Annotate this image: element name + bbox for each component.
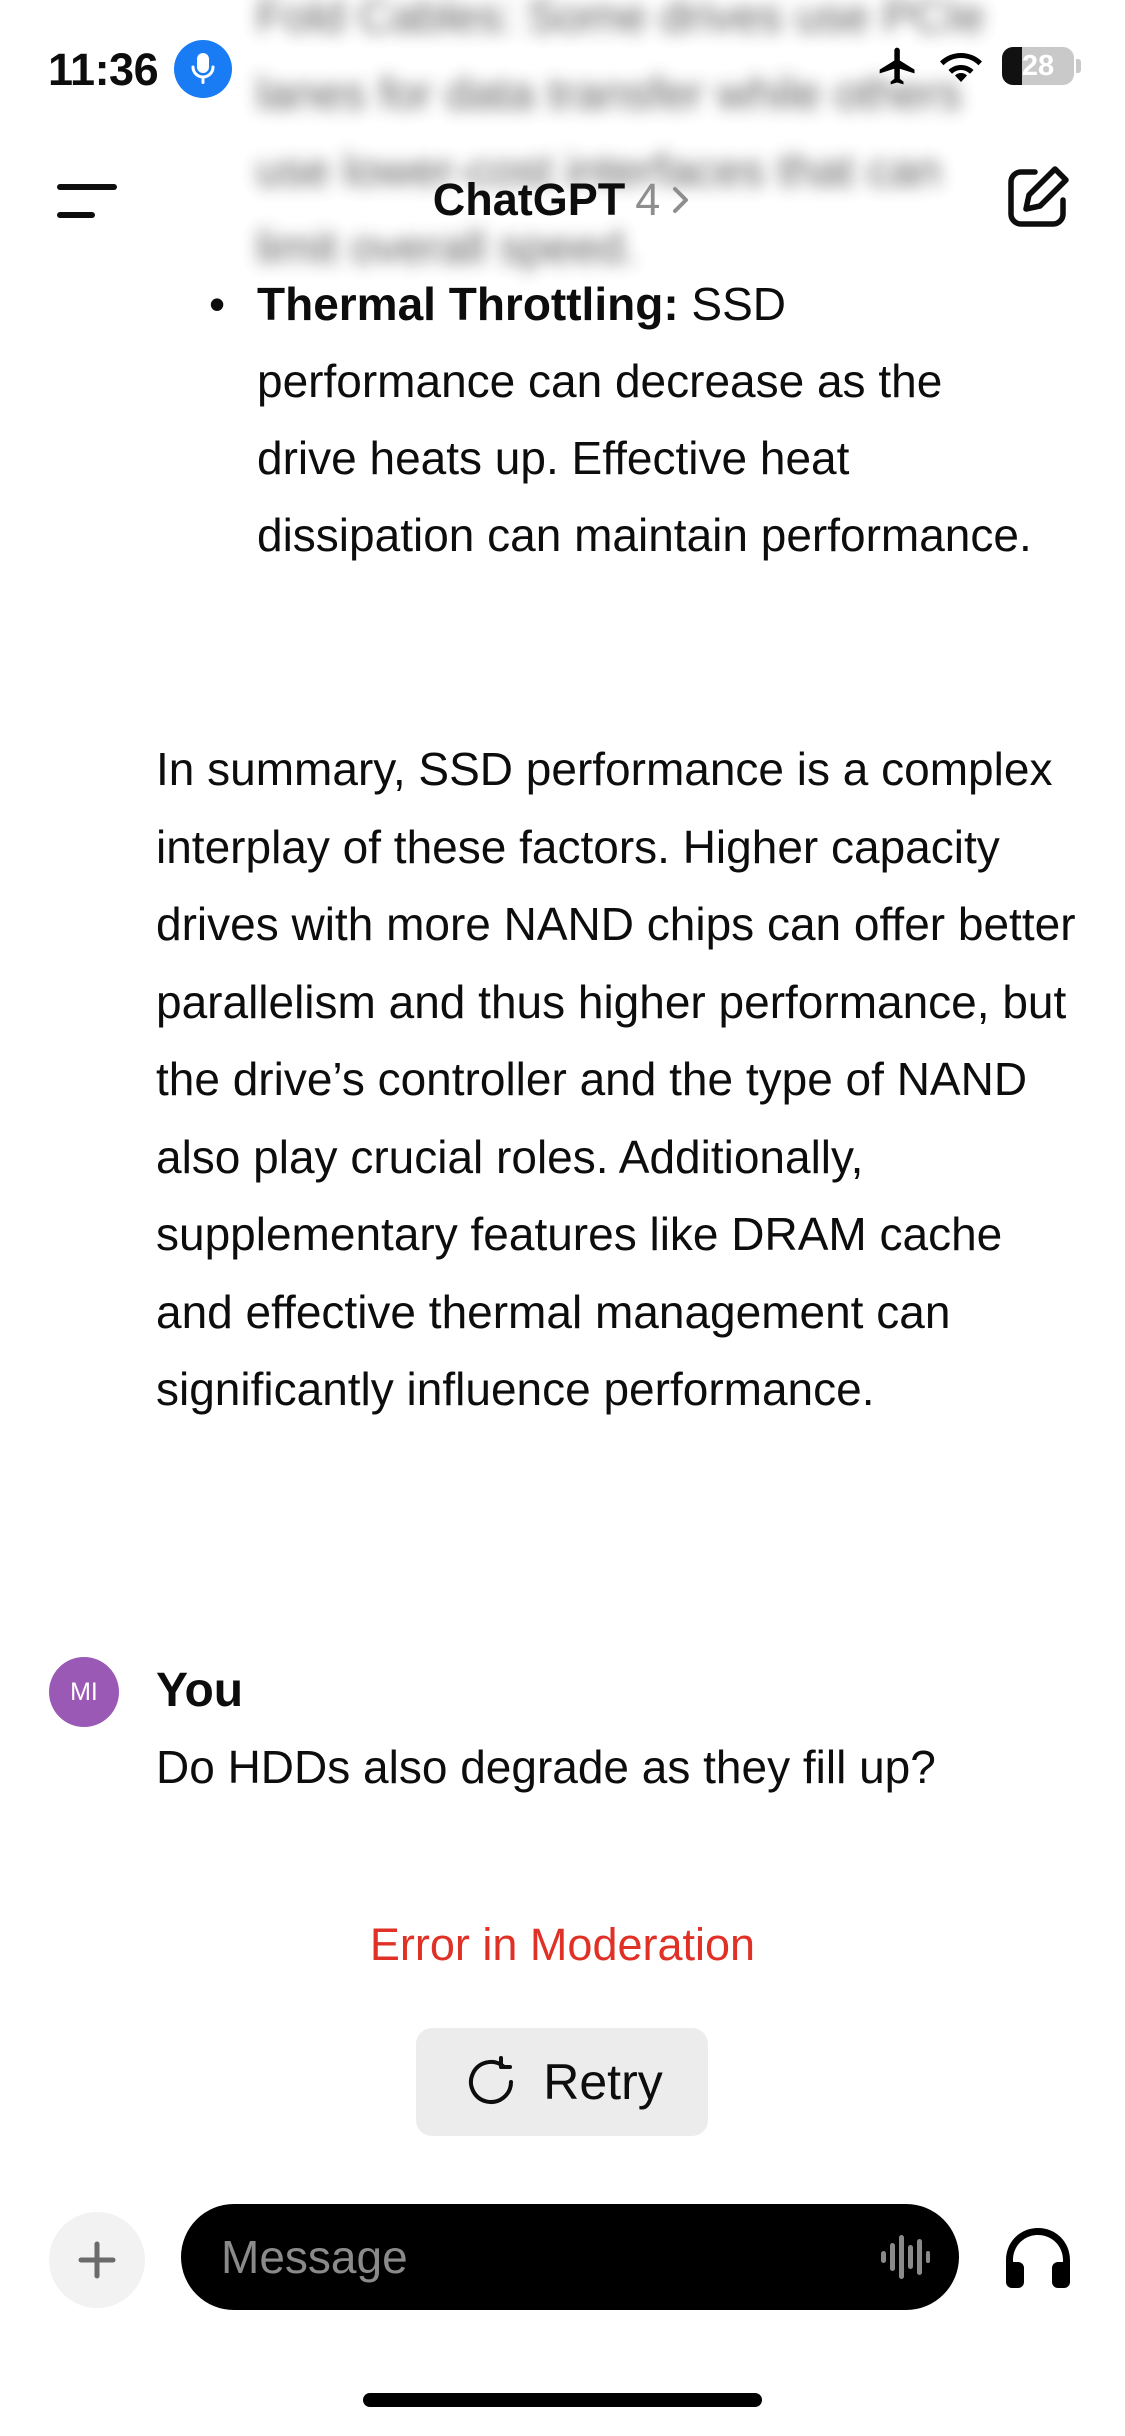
model-selector-wrapper: ChatGPT 4 <box>0 166 1125 234</box>
sidebar-menu-button[interactable] <box>56 180 120 222</box>
bullet-title: Thermal Throttling: <box>257 278 679 330</box>
new-chat-button[interactable] <box>1005 164 1071 230</box>
bullet-text: Thermal Throttling: SSD performance can … <box>257 266 1047 574</box>
user-name: You <box>156 1664 244 1717</box>
retry-button[interactable]: Retry <box>416 2028 708 2136</box>
model-version: 4 <box>635 174 661 225</box>
bullet-item-thermal-throttling: • Thermal Throttling: SSD performance ca… <box>209 266 1069 574</box>
battery-icon: 28 <box>1002 47 1074 85</box>
model-name: ChatGPT <box>432 174 626 225</box>
headphones-icon <box>1006 2228 1070 2288</box>
battery-cap <box>1076 59 1081 73</box>
retry-icon <box>469 2056 514 2104</box>
avatar: MI <box>49 1657 119 1727</box>
battery-percent: 28 <box>1021 49 1055 82</box>
wifi-icon <box>940 53 982 82</box>
status-bar: 11:36 28 <box>0 0 1125 140</box>
user-message: Do HDDs also degrade as they fill up? <box>156 1741 936 1793</box>
assistant-summary-paragraph: In summary, SSD performance is a complex… <box>156 743 1076 1415</box>
retry-label: Retry <box>543 2054 663 2110</box>
message-input[interactable] <box>181 2229 879 2285</box>
airplane-icon <box>879 47 915 85</box>
model-selector[interactable]: ChatGPT 4 <box>433 166 693 234</box>
compose-icon <box>1008 166 1069 227</box>
attach-button[interactable] <box>49 2212 145 2308</box>
home-indicator <box>363 2393 762 2407</box>
voice-waveform-icon[interactable] <box>879 2233 931 2281</box>
moderation-error-text: Error in Moderation <box>369 1919 756 1970</box>
plus-icon <box>78 2241 116 2279</box>
voice-mode-button[interactable] <box>1000 2220 1076 2296</box>
avatar-initials: MI <box>70 1677 98 1706</box>
message-box <box>181 2204 959 2310</box>
bullet-dot: • <box>209 278 226 330</box>
mic-icon <box>174 40 232 98</box>
status-icons: 28 <box>876 44 1081 88</box>
status-time: 11:36 <box>48 44 159 95</box>
menu-icon <box>57 184 117 218</box>
chevron-right-icon <box>673 187 689 213</box>
nav-bar: ChatGPT 4 <box>0 140 1125 260</box>
